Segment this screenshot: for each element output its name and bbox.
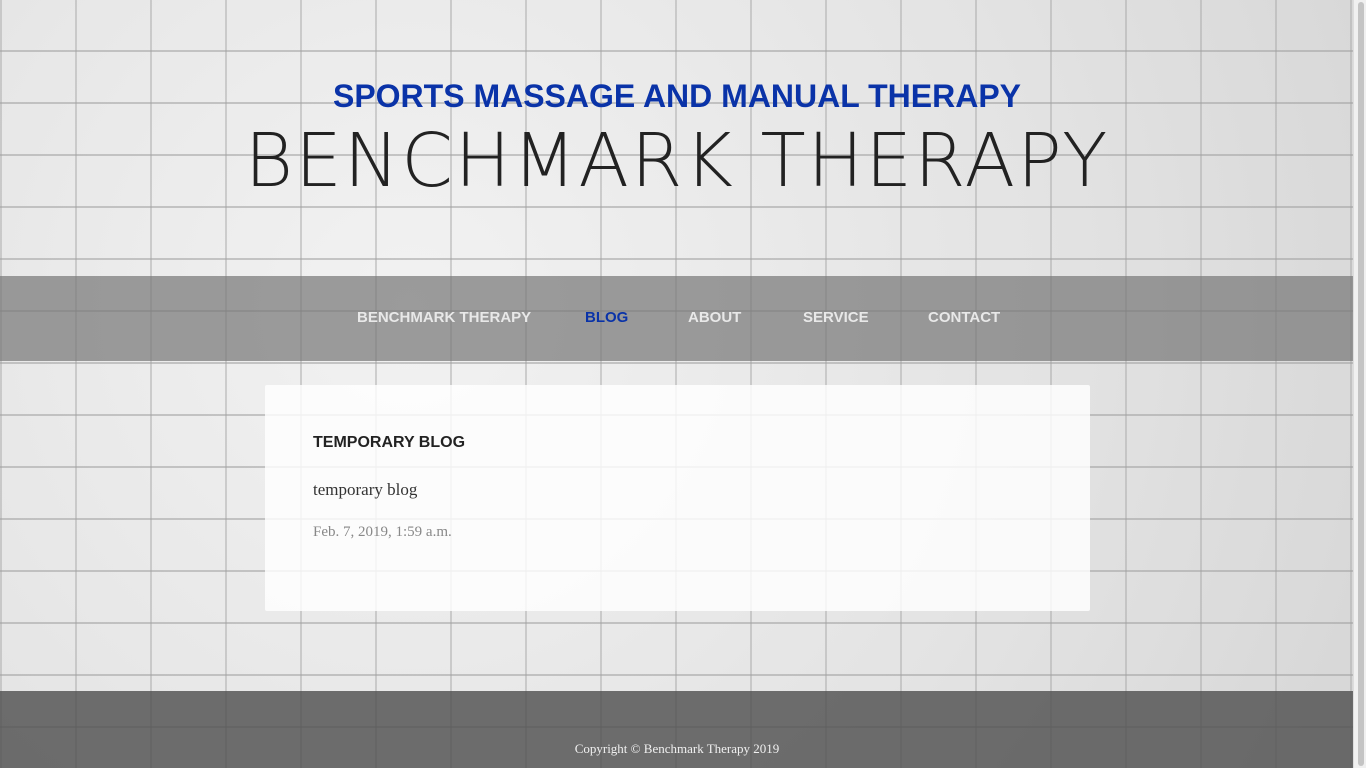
copyright-text: Copyright © Benchmark Therapy 2019 <box>574 741 780 756</box>
post-title[interactable]: TEMPORARY BLOG <box>313 434 465 452</box>
site-footer: Copyright © Benchmark Therapy 2019 <box>0 691 1354 768</box>
post-date: Feb. 7, 2019, 1:59 a.m. <box>313 524 452 540</box>
nav-item-service[interactable]: SERVICE <box>803 309 869 326</box>
nav-item-contact[interactable]: CONTACT <box>928 309 1000 326</box>
site-header: SPORTS MASSAGE AND MANUAL THERAPY BENCHM… <box>0 0 1354 276</box>
nav-item-blog[interactable]: BLOG <box>585 309 628 326</box>
post-body: temporary blog <box>313 480 418 499</box>
site-title[interactable]: BENCHMARK THERAPY <box>0 118 1354 204</box>
scrollbar-thumb[interactable] <box>1358 2 1364 766</box>
blog-post-card: TEMPORARY BLOG temporary blog Feb. 7, 20… <box>265 385 1090 611</box>
nav-item-about[interactable]: ABOUT <box>688 309 741 326</box>
nav-item-benchmark-therapy[interactable]: BENCHMARK THERAPY <box>357 309 531 326</box>
vertical-scrollbar[interactable] <box>1353 0 1366 768</box>
site-subtitle: SPORTS MASSAGE AND MANUAL THERAPY <box>332 78 1022 114</box>
main-navigation: BENCHMARK THERAPY BLOG ABOUT SERVICE CON… <box>0 276 1354 361</box>
